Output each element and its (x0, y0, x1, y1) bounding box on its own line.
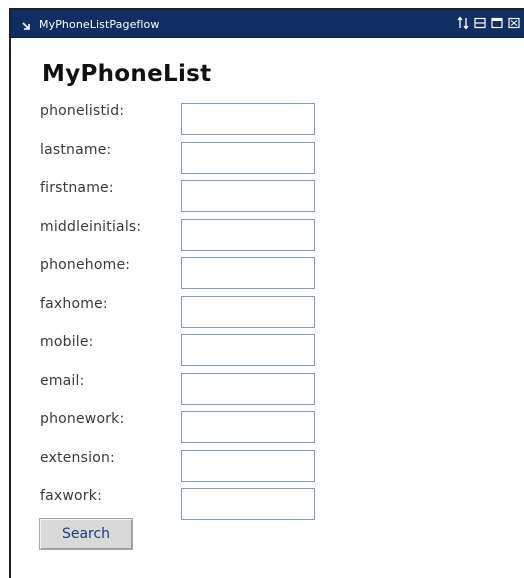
lastname-input[interactable] (181, 142, 315, 174)
middleinitials-label: middleinitials: (40, 219, 142, 235)
firstname-label: firstname: (40, 180, 114, 196)
phonelistid-label: phonelistid: (40, 103, 125, 119)
portlet-titlebar: MyPhoneListPageflow (11, 10, 524, 38)
field-row-mobile: mobile: (11, 334, 431, 366)
phonework-input[interactable] (181, 411, 315, 443)
close-icon[interactable] (508, 16, 520, 30)
phonehome-input[interactable] (181, 257, 315, 289)
field-row-phonework: phonework: (11, 411, 431, 443)
field-row-lastname: lastname: (11, 142, 431, 174)
faxwork-input[interactable] (181, 488, 315, 520)
field-row-faxhome: faxhome: (11, 296, 431, 328)
portlet-content: MyPhoneList phonelistid: lastname: first… (11, 39, 524, 578)
field-row-faxwork: faxwork: (11, 488, 431, 520)
faxhome-label: faxhome: (40, 296, 108, 312)
maximize-icon[interactable] (491, 16, 503, 30)
titlebar-left: MyPhoneListPageflow (21, 16, 160, 32)
minimize-arrow-icon[interactable] (21, 18, 33, 30)
search-button[interactable]: Search (39, 518, 133, 550)
field-row-middleinitials: middleinitials: (11, 219, 431, 251)
mobile-input[interactable] (181, 334, 315, 366)
faxhome-input[interactable] (181, 296, 315, 328)
lastname-label: lastname: (40, 142, 112, 158)
firstname-input[interactable] (181, 180, 315, 212)
field-row-email: email: (11, 373, 431, 405)
field-row-phonelistid: phonelistid: (11, 103, 431, 135)
move-updown-icon[interactable] (457, 16, 469, 30)
portlet-window: MyPhoneListPageflow MyPhoneList phonelis… (9, 8, 524, 578)
email-input[interactable] (181, 373, 315, 405)
page-title: MyPhoneList (42, 61, 212, 87)
faxwork-label: faxwork: (40, 488, 102, 504)
middleinitials-input[interactable] (181, 219, 315, 251)
titlebar-controls (457, 16, 520, 30)
mobile-label: mobile: (40, 334, 94, 350)
phonework-label: phonework: (40, 411, 125, 427)
phonelistid-input[interactable] (181, 103, 315, 135)
phonehome-label: phonehome: (40, 257, 131, 273)
extension-input[interactable] (181, 450, 315, 482)
extension-label: extension: (40, 450, 115, 466)
field-row-extension: extension: (11, 450, 431, 482)
field-row-firstname: firstname: (11, 180, 431, 212)
email-label: email: (40, 373, 85, 389)
field-row-phonehome: phonehome: (11, 257, 431, 289)
restore-icon[interactable] (474, 16, 486, 30)
portlet-title: MyPhoneListPageflow (39, 17, 160, 31)
